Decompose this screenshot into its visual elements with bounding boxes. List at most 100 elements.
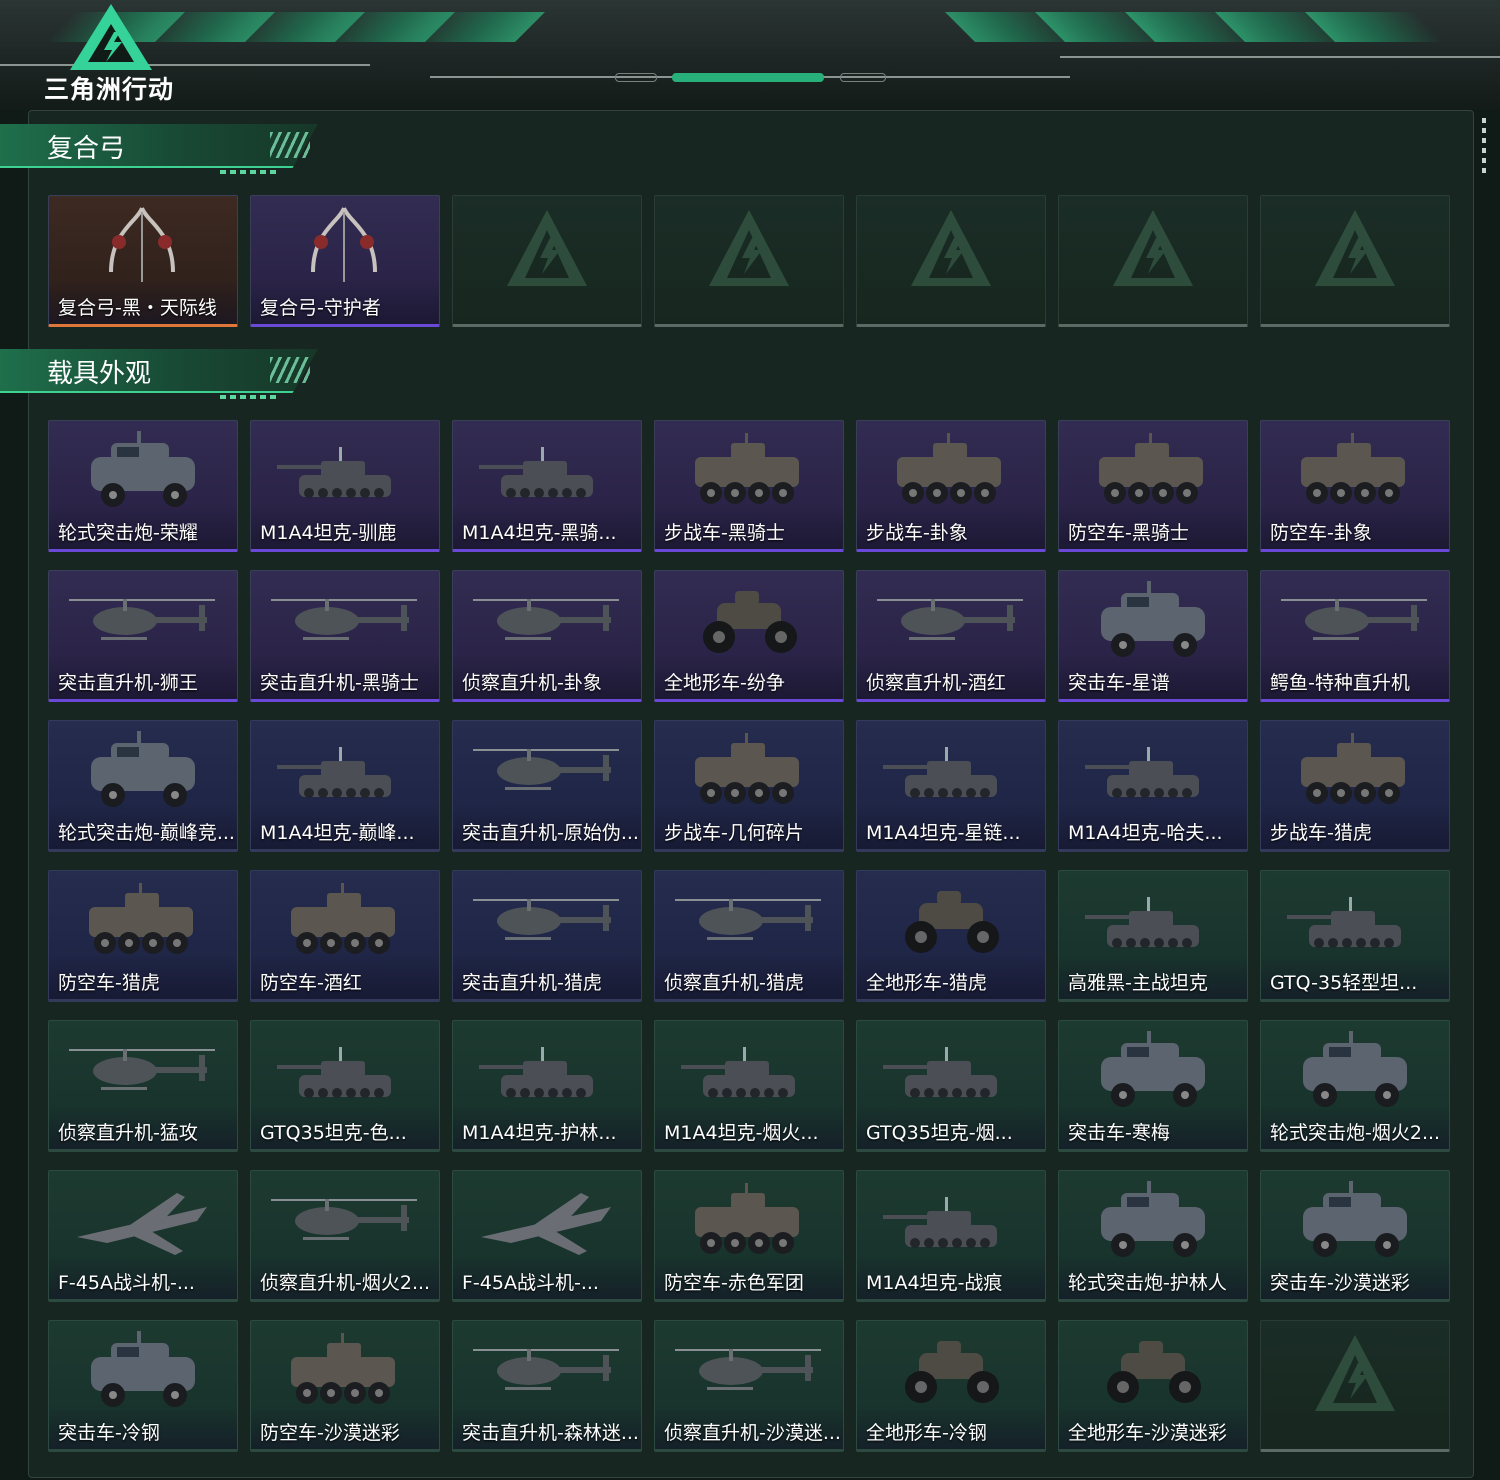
item-card[interactable]: 复合弓-黑・天际线: [48, 195, 238, 327]
item-card[interactable]: M1A4坦克-战痕: [856, 1170, 1046, 1302]
item-card[interactable]: 防空车-酒红: [250, 870, 440, 1002]
item-name: 突击车-冷钢: [58, 1422, 160, 1444]
ifv-icon: [695, 733, 799, 804]
section-title: 载具外观: [47, 359, 152, 389]
empty-slot[interactable]: [1260, 1320, 1450, 1452]
item-card[interactable]: M1A4坦克-星链...: [856, 720, 1046, 852]
item-name: M1A4坦克-战痕: [866, 1272, 1003, 1294]
armored-car-icon: [91, 731, 195, 807]
item-card[interactable]: 步战车-猎虎: [1260, 720, 1450, 852]
header-line: [1060, 56, 1500, 58]
item-card[interactable]: 复合弓-守护者: [250, 195, 440, 327]
item-card[interactable]: 全地形车-冷钢: [856, 1320, 1046, 1452]
item-card[interactable]: GTQ-35轻型坦...: [1260, 870, 1450, 1002]
item-card[interactable]: F-45A战斗机-...: [452, 1170, 642, 1302]
scrollbar[interactable]: [1482, 118, 1486, 178]
item-card[interactable]: M1A4坦克-驯鹿: [250, 420, 440, 552]
helicopter-icon: [69, 1049, 215, 1090]
item-card[interactable]: 全地形车-纷争: [654, 570, 844, 702]
item-name: 防空车-卦象: [1270, 522, 1372, 544]
item-card[interactable]: 防空车-猎虎: [48, 870, 238, 1002]
item-name: 轮式突击炮-烟火2...: [1270, 1122, 1441, 1144]
armored-car-icon: [1101, 1031, 1205, 1107]
item-name: M1A4坦克-黑骑...: [462, 522, 617, 544]
item-card[interactable]: 步战车-几何碎片: [654, 720, 844, 852]
item-card[interactable]: 侦察直升机-卦象: [452, 570, 642, 702]
logo-watermark-icon: [1315, 210, 1395, 286]
item-name: 防空车-沙漠迷彩: [260, 1422, 400, 1444]
item-card[interactable]: M1A4坦克-护林...: [452, 1020, 642, 1152]
item-card[interactable]: M1A4坦克-烟火...: [654, 1020, 844, 1152]
item-card[interactable]: 鳄鱼-特种直升机: [1260, 570, 1450, 702]
item-card[interactable]: 全地形车-沙漠迷彩: [1058, 1320, 1248, 1452]
item-name: M1A4坦克-哈夫...: [1068, 822, 1223, 844]
item-card[interactable]: 侦察直升机-猎虎: [654, 870, 844, 1002]
item-card[interactable]: 防空车-黑骑士: [1058, 420, 1248, 552]
ifv-icon: [291, 883, 395, 954]
ifv-icon: [291, 1333, 395, 1404]
item-card[interactable]: 轮式突击炮-荣耀: [48, 420, 238, 552]
item-card[interactable]: 突击直升机-狮王: [48, 570, 238, 702]
item-name: 防空车-黑骑士: [1068, 522, 1189, 544]
tank-icon: [681, 1047, 795, 1098]
atv-icon: [1107, 1341, 1201, 1403]
item-name: M1A4坦克-星链...: [866, 822, 1021, 844]
item-name: 轮式突击炮-巅峰竞...: [58, 822, 235, 844]
armored-car-icon: [1101, 1181, 1205, 1257]
item-name: M1A4坦克-驯鹿: [260, 522, 397, 544]
item-card[interactable]: 侦察直升机-沙漠迷...: [654, 1320, 844, 1452]
item-card[interactable]: 突击直升机-原始伪...: [452, 720, 642, 852]
item-card[interactable]: 防空车-卦象: [1260, 420, 1450, 552]
item-card[interactable]: 突击车-星谱: [1058, 570, 1248, 702]
item-name: 侦察直升机-卦象: [462, 672, 602, 694]
item-card[interactable]: 全地形车-猎虎: [856, 870, 1046, 1002]
ifv-icon: [1301, 433, 1405, 504]
item-name: 全地形车-猎虎: [866, 972, 987, 994]
armored-car-icon: [91, 431, 195, 507]
item-name: 全地形车-纷争: [664, 672, 785, 694]
item-name: F-45A战斗机-...: [462, 1272, 599, 1294]
tank-icon: [1085, 897, 1199, 948]
item-name: 突击直升机-猎虎: [462, 972, 602, 994]
item-card[interactable]: 突击直升机-猎虎: [452, 870, 642, 1002]
item-name: 步战车-黑骑士: [664, 522, 785, 544]
item-card[interactable]: 高雅黑-主战坦克: [1058, 870, 1248, 1002]
item-card[interactable]: 突击直升机-森林迷...: [452, 1320, 642, 1452]
item-card[interactable]: M1A4坦克-哈夫...: [1058, 720, 1248, 852]
item-name: 突击直升机-黑骑士: [260, 672, 419, 694]
empty-slot[interactable]: [654, 195, 844, 327]
item-card[interactable]: GTQ35坦克-烟...: [856, 1020, 1046, 1152]
item-card[interactable]: 防空车-沙漠迷彩: [250, 1320, 440, 1452]
helicopter-icon: [473, 1349, 619, 1390]
armored-car-icon: [91, 1331, 195, 1407]
empty-slot[interactable]: [856, 195, 1046, 327]
item-card[interactable]: GTQ35坦克-色...: [250, 1020, 440, 1152]
item-card[interactable]: 突击车-冷钢: [48, 1320, 238, 1452]
item-card[interactable]: M1A4坦克-巅峰...: [250, 720, 440, 852]
header-line: [0, 64, 370, 66]
tank-icon: [277, 447, 391, 498]
item-card[interactable]: 侦察直升机-烟火2...: [250, 1170, 440, 1302]
empty-slot[interactable]: [1260, 195, 1450, 327]
empty-slot[interactable]: [452, 195, 642, 327]
item-card[interactable]: 轮式突击炮-烟火2...: [1260, 1020, 1450, 1152]
item-card[interactable]: 侦察直升机-酒红: [856, 570, 1046, 702]
item-card[interactable]: 步战车-卦象: [856, 420, 1046, 552]
item-card[interactable]: F-45A战斗机-...: [48, 1170, 238, 1302]
item-card[interactable]: 突击车-沙漠迷彩: [1260, 1170, 1450, 1302]
item-name: 侦察直升机-烟火2...: [260, 1272, 431, 1294]
item-card[interactable]: 步战车-黑骑士: [654, 420, 844, 552]
item-card[interactable]: 轮式突击炮-护林人: [1058, 1170, 1248, 1302]
item-card[interactable]: 防空车-赤色军团: [654, 1170, 844, 1302]
item-name: GTQ-35轻型坦...: [1270, 972, 1418, 994]
tank-icon: [479, 1047, 593, 1098]
empty-slot[interactable]: [1058, 195, 1248, 327]
item-card[interactable]: 轮式突击炮-巅峰竞...: [48, 720, 238, 852]
item-card[interactable]: 侦察直升机-猛攻: [48, 1020, 238, 1152]
armored-car-icon: [1303, 1031, 1407, 1107]
item-card[interactable]: 突击直升机-黑骑士: [250, 570, 440, 702]
item-name: 鳄鱼-特种直升机: [1270, 672, 1410, 694]
section-title: 复合弓: [47, 134, 126, 164]
item-card[interactable]: M1A4坦克-黑骑...: [452, 420, 642, 552]
item-card[interactable]: 突击车-寒梅: [1058, 1020, 1248, 1152]
